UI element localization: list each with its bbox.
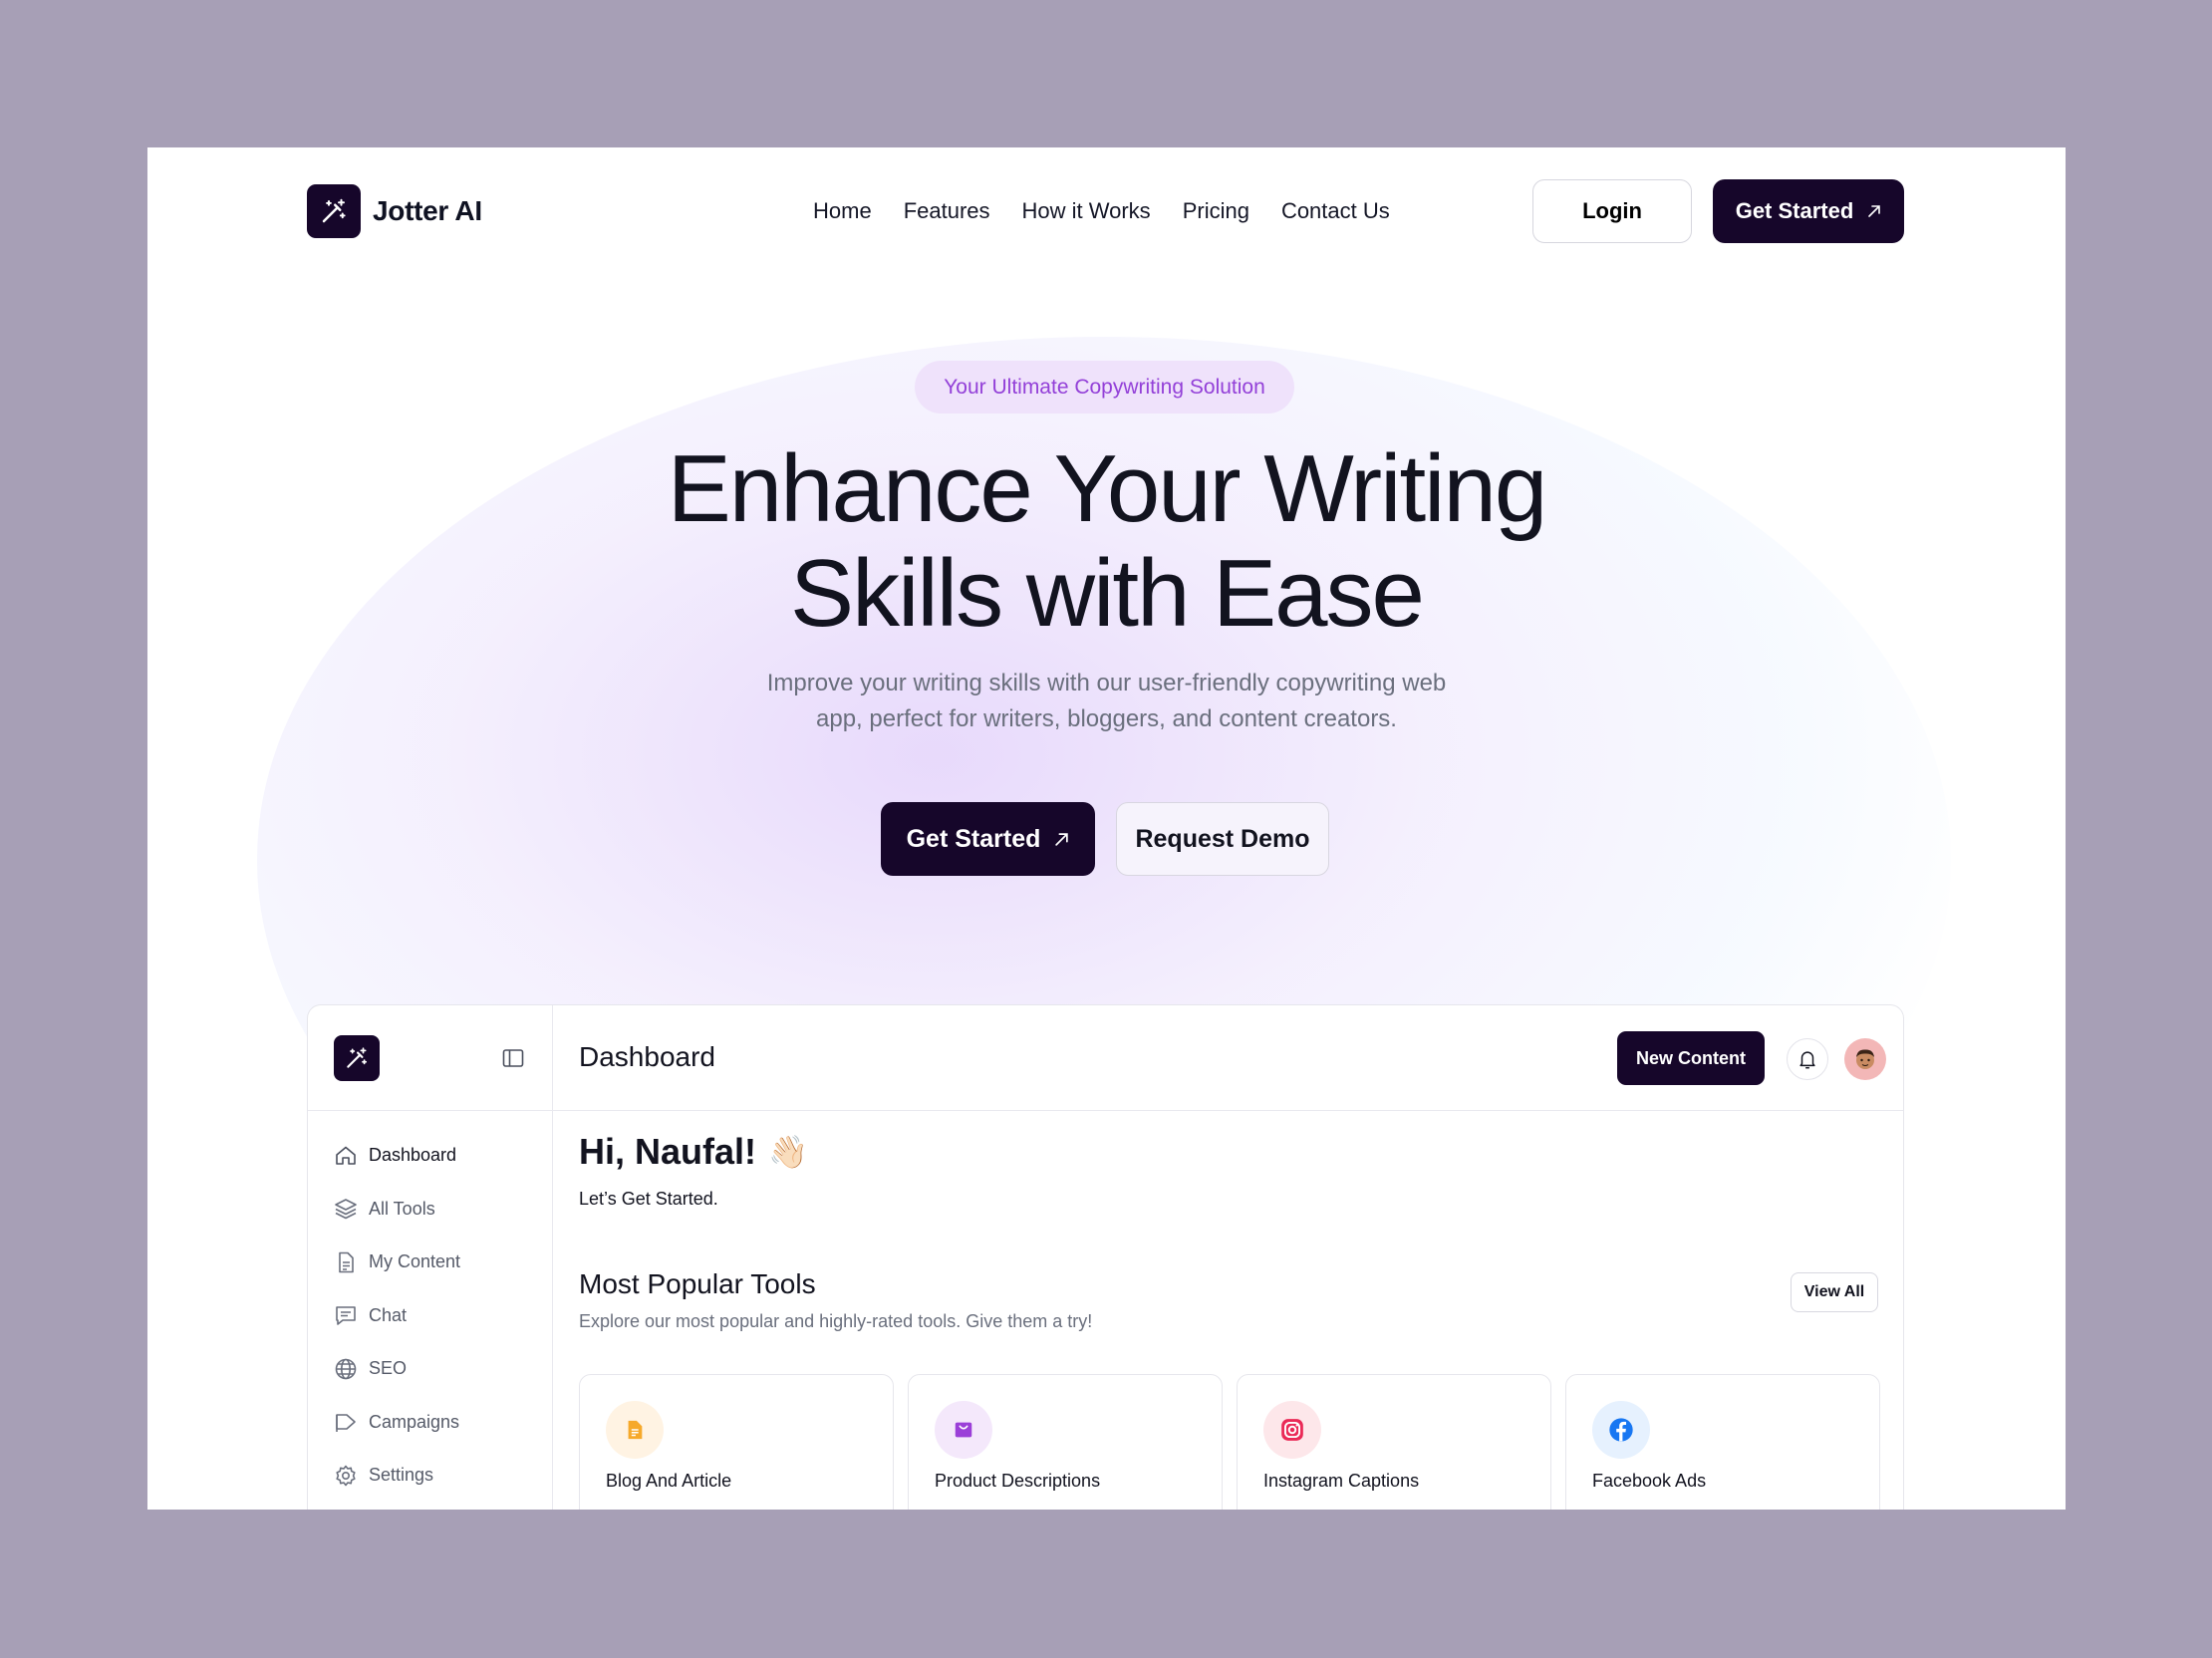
- sidebar-item-dashboard[interactable]: Dashboard: [334, 1129, 460, 1183]
- tool-card-blog-and-article[interactable]: Blog And Article: [579, 1374, 894, 1510]
- brand-name: Jotter AI: [373, 195, 482, 226]
- megaphone-icon: [336, 1414, 356, 1433]
- arrow-up-right-icon: [1868, 205, 1881, 217]
- waving-hand-icon: 👋🏻: [768, 1134, 808, 1170]
- dashboard-header: Dashboard New Content: [553, 1005, 1903, 1111]
- layers-icon: [335, 1199, 357, 1220]
- greeting: Hi, Naufal! 👋🏻: [579, 1131, 808, 1173]
- hero-subtitle-line-1: Improve your writing skills with our use…: [766, 670, 1447, 696]
- sidebar-header: [308, 1005, 552, 1111]
- top-navbar: Jotter AI Home Features How it Works Pri…: [147, 147, 2066, 277]
- hero-title-line-2: Skills with Ease: [790, 540, 1425, 647]
- document-icon: [606, 1401, 664, 1459]
- popular-tools-list: Blog And Article Product Descriptions In…: [579, 1374, 1880, 1510]
- login-button[interactable]: Login: [1532, 179, 1692, 243]
- tool-card-label: Instagram Captions: [1263, 1471, 1420, 1491]
- sidebar-toggle-icon[interactable]: [501, 1046, 525, 1070]
- nav-get-started-button[interactable]: Get Started: [1713, 179, 1904, 243]
- popular-tools-title: Most Popular Tools: [579, 1268, 816, 1299]
- sidebar-item-all-tools[interactable]: All Tools: [334, 1183, 460, 1237]
- tool-card-instagram-captions[interactable]: Instagram Captions: [1237, 1374, 1551, 1510]
- globe-icon: [335, 1358, 357, 1380]
- arrow-up-right-icon: [1055, 832, 1069, 846]
- popular-tools-subtitle: Explore our most popular and highly-rate…: [579, 1311, 1093, 1331]
- gear-icon: [336, 1465, 356, 1487]
- greeting-subtitle: Let’s Get Started.: [579, 1189, 718, 1209]
- nav-get-started-label: Get Started: [1735, 198, 1854, 223]
- new-content-button[interactable]: New Content: [1617, 1031, 1765, 1085]
- request-demo-button[interactable]: Request Demo: [1116, 802, 1329, 876]
- dashboard-title: Dashboard: [579, 1041, 715, 1072]
- hero-subtitle: Improve your writing skills with our use…: [705, 666, 1508, 737]
- nav-link-home[interactable]: Home: [813, 198, 872, 224]
- nav-link-contact-us[interactable]: Contact Us: [1281, 198, 1390, 224]
- sidebar-item-seo[interactable]: SEO: [334, 1342, 460, 1396]
- home-icon: [336, 1146, 356, 1165]
- hero-tagline-pill: Your Ultimate Copywriting Solution: [915, 361, 1294, 414]
- magic-wand-icon: [307, 184, 361, 238]
- tool-card-facebook-ads[interactable]: Facebook Ads: [1565, 1374, 1880, 1510]
- sidebar-menu: Dashboard All Tools My Content Chat SEO: [334, 1129, 460, 1503]
- brand[interactable]: Jotter AI: [307, 184, 482, 238]
- shopping-bag-icon: [935, 1401, 992, 1459]
- magic-wand-icon[interactable]: [334, 1035, 380, 1081]
- tool-card-product-descriptions[interactable]: Product Descriptions: [908, 1374, 1223, 1510]
- instagram-icon: [1263, 1401, 1321, 1459]
- tool-card-label: Blog And Article: [606, 1471, 732, 1491]
- nav-link-how-it-works[interactable]: How it Works: [1022, 198, 1151, 224]
- sidebar-item-label: My Content: [369, 1251, 461, 1272]
- sidebar-item-label: SEO: [369, 1358, 408, 1379]
- hero-get-started-button[interactable]: Get Started: [881, 802, 1095, 876]
- sidebar-item-label: Settings: [369, 1465, 434, 1486]
- document-icon: [339, 1251, 354, 1273]
- dashboard-preview: Dashboard All Tools My Content Chat SEO: [307, 1004, 1904, 1510]
- sidebar-item-label: Campaigns: [369, 1411, 460, 1432]
- sidebar-item-settings[interactable]: Settings: [334, 1449, 460, 1503]
- sidebar-item-campaigns[interactable]: Campaigns: [334, 1396, 460, 1450]
- sidebar-item-label: Chat: [369, 1304, 408, 1325]
- avatar[interactable]: [1844, 1038, 1886, 1080]
- hero-title-line-1: Enhance Your Writing: [667, 435, 1548, 542]
- tool-card-label: Product Descriptions: [935, 1471, 1101, 1491]
- sidebar-item-chat[interactable]: Chat: [334, 1289, 460, 1343]
- tool-card-label: Facebook Ads: [1592, 1471, 1707, 1491]
- hero-subtitle-line-2: app, perfect for writers, bloggers, and …: [816, 705, 1397, 732]
- page-frame: Jotter AI Home Features How it Works Pri…: [147, 147, 2066, 1510]
- chat-icon: [336, 1306, 356, 1326]
- notifications-button[interactable]: [1787, 1038, 1828, 1080]
- nav-link-features[interactable]: Features: [904, 198, 990, 224]
- user-avatar-icon: [1856, 1049, 1874, 1069]
- nav-link-pricing[interactable]: Pricing: [1183, 198, 1249, 224]
- hero-get-started-label: Get Started: [906, 824, 1041, 853]
- sidebar-item-label: All Tools: [369, 1198, 435, 1219]
- greeting-text: Hi, Naufal!: [579, 1131, 757, 1172]
- sidebar-item-my-content[interactable]: My Content: [334, 1236, 460, 1289]
- dashboard-sidebar: Dashboard All Tools My Content Chat SEO: [308, 1005, 553, 1510]
- sidebar-item-label: Dashboard: [369, 1145, 457, 1166]
- hero-title: Enhance Your Writing Skills with Ease: [446, 436, 1767, 646]
- bell-icon: [1799, 1051, 1815, 1069]
- nav-links: Home Features How it Works Pricing Conta…: [813, 198, 1390, 224]
- view-all-button[interactable]: View All: [1791, 1272, 1878, 1312]
- facebook-icon: [1592, 1401, 1650, 1459]
